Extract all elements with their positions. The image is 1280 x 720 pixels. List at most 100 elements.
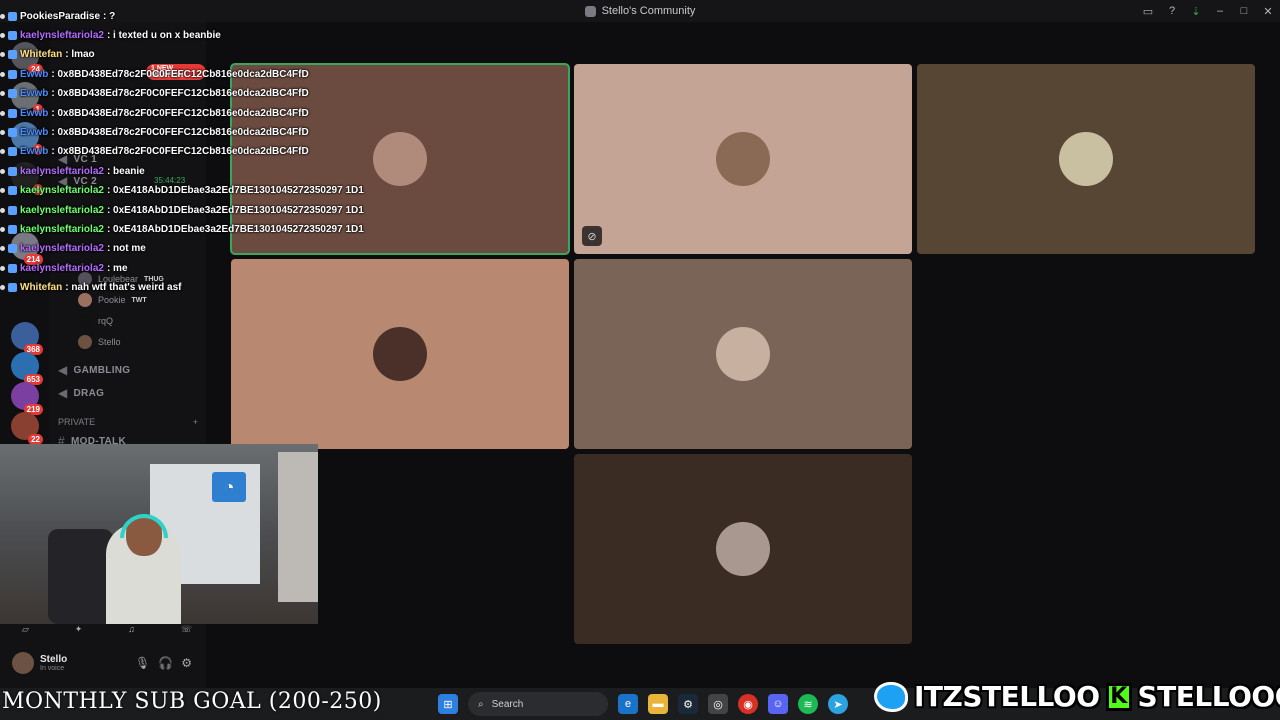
chat-username: Whitefan bbox=[20, 49, 63, 61]
video-tile[interactable] bbox=[231, 259, 569, 449]
chat-text: : 0xE418AbD1DEbae3a2Ed7BE130104527235029… bbox=[106, 185, 364, 197]
server-icon-6[interactable]: 368 bbox=[11, 322, 43, 355]
window-title: Stello's Community bbox=[601, 5, 696, 17]
voice-channel-gambling[interactable]: ◀ GAMBLING bbox=[58, 363, 130, 377]
screen-share-icon[interactable]: ▱ bbox=[22, 624, 29, 634]
participant-avatar bbox=[716, 132, 770, 186]
chat-username: Ewwb bbox=[20, 146, 49, 158]
user-name: rqQ bbox=[98, 316, 114, 326]
chat-message: kaelynsleftariola2: me bbox=[0, 260, 128, 276]
chat-message: Ewwb: 0x8BD438Ed78c2F0C0FEFC12Cb816e0dca… bbox=[0, 86, 309, 102]
chat-badge-icon bbox=[8, 186, 17, 196]
server-icon-7[interactable]: 653 bbox=[11, 352, 43, 385]
bullet-icon bbox=[0, 91, 5, 97]
inbox-icon[interactable]: ▭ bbox=[1136, 5, 1160, 18]
chat-text: : 0xE418AbD1DEbae3a2Ed7BE130104527235029… bbox=[106, 223, 364, 235]
private-category[interactable]: PRIVATE + bbox=[58, 417, 198, 427]
spotify-icon[interactable]: ≋ bbox=[798, 694, 818, 714]
soundboard-icon[interactable]: ♫ bbox=[128, 624, 135, 634]
windows-start-icon[interactable]: ⊞ bbox=[438, 694, 458, 714]
edge-icon[interactable]: e bbox=[618, 694, 638, 714]
chat-text: : me bbox=[106, 262, 128, 274]
steam-icon[interactable]: ⚙ bbox=[678, 694, 698, 714]
stream-frame: Stello's Community ▭ ? ⇣ – □ ✕ 24 1 1 4 … bbox=[0, 0, 1280, 720]
social-handles: ITZSTELLOO K STELLOOO bbox=[874, 679, 1280, 714]
taskbar-search[interactable]: ⌕ Search bbox=[468, 692, 608, 716]
chat-username: Ewwb bbox=[20, 126, 49, 138]
chat-username: kaelynsleftariola2 bbox=[20, 223, 104, 235]
chat-badge-icon bbox=[8, 69, 17, 79]
server-icon bbox=[584, 5, 596, 17]
chat-message: kaelynsleftariola2: 0xE418AbD1DEbae3a2Ed… bbox=[0, 221, 364, 237]
avatar bbox=[78, 314, 92, 328]
door bbox=[278, 452, 318, 602]
twitter-handle: ITZSTELLOO bbox=[913, 679, 1101, 714]
chat-message: PookiesParadise: ? bbox=[0, 8, 115, 24]
minimize-button[interactable]: – bbox=[1208, 5, 1232, 17]
user-name: Stello bbox=[98, 337, 121, 347]
chat-badge-icon bbox=[8, 205, 17, 215]
chat-text: : lmao bbox=[65, 49, 95, 61]
participant-avatar bbox=[716, 522, 770, 576]
search-icon: ⌕ bbox=[478, 698, 484, 710]
chat-username: kaelynsleftariola2 bbox=[20, 185, 104, 197]
bullet-icon bbox=[0, 32, 5, 38]
avatar bbox=[12, 652, 34, 674]
chat-badge-icon bbox=[8, 224, 17, 234]
gear-icon[interactable]: ⚙ bbox=[181, 656, 192, 670]
chat-message: Whitefan: lmao bbox=[0, 47, 95, 63]
bullet-icon bbox=[0, 188, 5, 194]
chat-username: Ewwb bbox=[20, 68, 49, 80]
chat-text: : 0x8BD438Ed78c2F0C0FEFC12Cb816e0dca2dBC… bbox=[51, 88, 309, 100]
chrome-icon[interactable]: ◉ bbox=[738, 694, 758, 714]
close-button[interactable]: ✕ bbox=[1256, 5, 1280, 18]
video-tile[interactable] bbox=[917, 64, 1255, 254]
chat-badge-icon bbox=[8, 263, 17, 273]
chat-message: kaelynsleftariola2: 0xE418AbD1DEbae3a2Ed… bbox=[0, 202, 364, 218]
activity-icon[interactable]: ✦ bbox=[75, 624, 83, 634]
user-panel[interactable]: Stello In voice 🎙 🎧 ⚙ bbox=[12, 652, 192, 674]
chat-username: Whitefan bbox=[20, 282, 63, 294]
video-tile[interactable] bbox=[574, 259, 912, 449]
voice-user[interactable]: Stello bbox=[78, 335, 121, 349]
participant-avatar bbox=[716, 327, 770, 381]
chat-message: kaelynsleftariola2: not me bbox=[0, 241, 146, 257]
kick-icon: K bbox=[1105, 682, 1132, 711]
webcam-overlay: ◔ bbox=[0, 444, 318, 624]
folder-icon[interactable]: ▬ bbox=[648, 694, 668, 714]
chat-badge-icon bbox=[8, 89, 17, 99]
microphone-icon[interactable]: 🎙 bbox=[135, 656, 150, 670]
chat-text: : i texted u on x beanbie bbox=[106, 29, 221, 41]
chat-text: : beanie bbox=[106, 165, 145, 177]
sub-goal-text: MONTHLY SUB GOAL (200-250) bbox=[2, 689, 382, 714]
bullet-icon bbox=[0, 246, 5, 252]
add-channel-button[interactable]: + bbox=[193, 417, 198, 427]
video-tile[interactable]: ⊘ bbox=[574, 64, 912, 254]
chat-message: Ewwb: 0x8BD438Ed78c2F0C0FEFC12Cb816e0dca… bbox=[0, 66, 309, 82]
bullet-icon bbox=[0, 71, 5, 77]
bullet-icon bbox=[0, 265, 5, 271]
chat-text: : 0x8BD438Ed78c2F0C0FEFC12Cb816e0dca2dBC… bbox=[51, 146, 309, 158]
search-placeholder: Search bbox=[491, 698, 524, 710]
bullet-icon bbox=[0, 168, 5, 174]
voice-channel-drag[interactable]: ◀ DRAG bbox=[58, 386, 104, 400]
voice-user[interactable]: rqQ bbox=[78, 314, 113, 328]
logo-icon: ◔ bbox=[212, 472, 246, 502]
chat-username: kaelynsleftariola2 bbox=[20, 29, 104, 41]
server-icon-8[interactable]: 219 bbox=[11, 382, 43, 415]
server-icon-9[interactable]: 22 bbox=[11, 412, 43, 445]
chat-username: kaelynsleftariola2 bbox=[20, 204, 104, 216]
chat-badge-icon bbox=[8, 30, 17, 40]
video-tile[interactable] bbox=[574, 454, 912, 644]
telegram-icon[interactable]: ➤ bbox=[828, 694, 848, 714]
disconnect-icon[interactable]: ☏ bbox=[181, 624, 192, 634]
help-icon[interactable]: ? bbox=[1160, 5, 1184, 17]
maximize-button[interactable]: □ bbox=[1232, 5, 1256, 17]
chat-message: kaelynsleftariola2: beanie bbox=[0, 163, 145, 179]
discord-icon[interactable]: ☺ bbox=[768, 694, 788, 714]
headphones-icon[interactable]: 🎧 bbox=[158, 656, 173, 670]
chat-text: : 0x8BD438Ed78c2F0C0FEFC12Cb816e0dca2dBC… bbox=[51, 107, 309, 119]
chat-message: Ewwb: 0x8BD438Ed78c2F0C0FEFC12Cb816e0dca… bbox=[0, 124, 309, 140]
app-icon[interactable]: ◎ bbox=[708, 694, 728, 714]
download-icon[interactable]: ⇣ bbox=[1184, 5, 1208, 18]
